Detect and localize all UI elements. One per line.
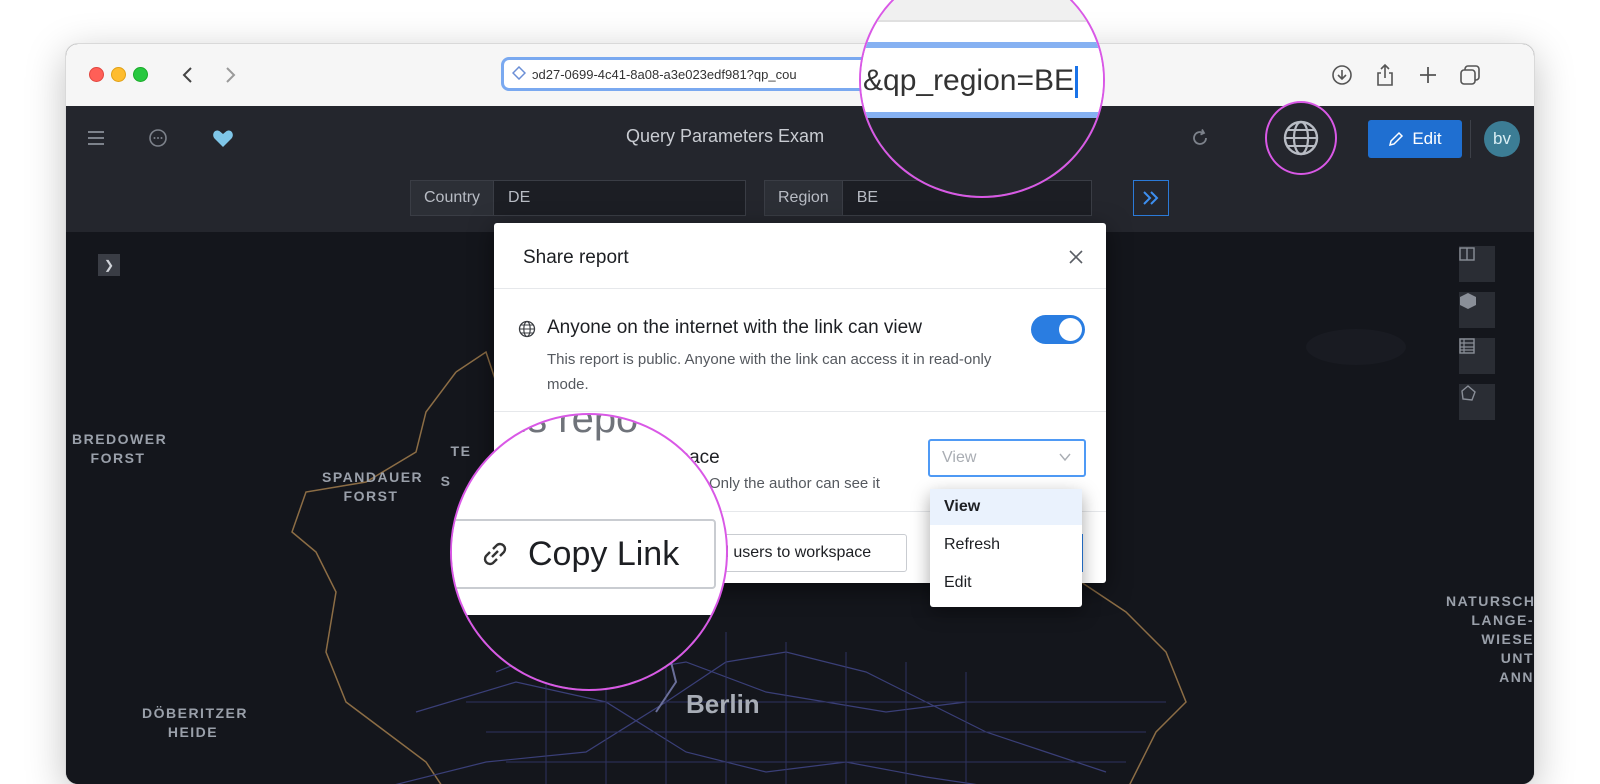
close-window-button[interactable]	[89, 67, 104, 82]
apply-filters-button[interactable]	[1133, 180, 1169, 216]
copy-link-button[interactable]: Copy Link	[452, 519, 716, 589]
toggle-knob	[1059, 318, 1082, 341]
permission-select[interactable]: View	[928, 439, 1086, 477]
polygon-draw-icon[interactable]	[1459, 384, 1495, 420]
add-users-button[interactable]: d users to workspace	[707, 534, 907, 572]
copy-link-callout: his repo Copy Link	[450, 413, 728, 691]
comments-icon[interactable]	[144, 124, 172, 152]
workspace-access-description: Only the author can see it	[709, 475, 880, 492]
permission-select-value: View	[942, 449, 977, 466]
dialog-divider	[494, 288, 1106, 289]
callout-map-strip	[452, 615, 726, 689]
country-filter-label: Country	[411, 181, 495, 215]
menu-icon[interactable]	[82, 124, 110, 152]
globe-icon	[518, 320, 536, 343]
callout-app-strip	[861, 118, 1103, 196]
public-access-title: Anyone on the internet with the link can…	[547, 317, 922, 338]
close-icon[interactable]	[1064, 245, 1088, 269]
callout-toolbar-strip	[861, 0, 1103, 22]
zoomed-url-value: &qp_region=BE	[863, 64, 1074, 97]
edit-button[interactable]: Edit	[1368, 120, 1462, 158]
table-icon[interactable]	[1459, 338, 1495, 374]
country-filter-value[interactable]: DE	[494, 181, 745, 215]
permission-option-view[interactable]: View	[930, 489, 1082, 525]
map-label-natursch: NATURSCH LANGE- WIESE UNT ANN	[1446, 593, 1534, 685]
favorite-heart-icon[interactable]	[209, 124, 237, 152]
zoomed-partial-text: his repo	[496, 413, 639, 441]
region-filter-label: Region	[765, 181, 843, 215]
new-tab-icon[interactable]	[1414, 61, 1442, 89]
browser-toolbar: ɔd27-0699-4c41-8a08-a3e023edf981?qp_cou	[66, 44, 1534, 107]
dialog-title: Share report	[523, 247, 629, 268]
site-icon	[511, 65, 527, 83]
expand-sidebar-button[interactable]: ❯	[98, 254, 120, 276]
chevron-down-icon	[1059, 453, 1071, 462]
permission-option-refresh[interactable]: Refresh	[930, 527, 1082, 563]
share-globe-icon[interactable]	[1281, 118, 1321, 158]
split-view-icon[interactable]	[1459, 246, 1495, 282]
text-cursor	[1075, 66, 1078, 99]
map-label-berlin: Berlin	[686, 689, 760, 719]
country-filter[interactable]: Country DE	[410, 180, 746, 216]
edit-button-label: Edit	[1412, 129, 1442, 148]
map-label-spandauer: SPANDAUER FORST	[322, 469, 424, 504]
public-access-description: This report is public. Anyone with the l…	[547, 351, 992, 393]
permission-dropdown: View Refresh Edit	[930, 489, 1082, 607]
permission-option-edit[interactable]: Edit	[930, 565, 1082, 601]
dialog-divider	[494, 411, 1106, 412]
share-globe-callout	[1265, 101, 1337, 175]
double-chevron-right-icon	[1143, 191, 1159, 205]
share-icon[interactable]	[1371, 61, 1399, 89]
tabs-overview-icon[interactable]	[1456, 61, 1484, 89]
3d-cube-icon[interactable]	[1459, 292, 1495, 328]
link-icon	[483, 542, 507, 566]
refresh-icon[interactable]	[1186, 124, 1214, 152]
downloads-icon[interactable]	[1328, 61, 1356, 89]
zoomed-url-text: &qp_region=BE	[863, 64, 1078, 99]
pencil-icon	[1389, 131, 1404, 147]
map-label-doberitzer: DÖBERITZER HEIDE	[142, 705, 248, 740]
map-label-bredower: BREDOWER FORST	[72, 431, 168, 466]
map-label-s: S	[440, 473, 452, 489]
forward-icon[interactable]	[216, 61, 244, 89]
header-divider	[1470, 120, 1471, 158]
copy-link-label: Copy Link	[528, 534, 680, 573]
map-label-te: TE	[450, 443, 472, 459]
zoom-window-button[interactable]	[133, 67, 148, 82]
public-access-toggle[interactable]	[1031, 315, 1085, 344]
avatar[interactable]: bv	[1484, 121, 1520, 157]
url-zoom-callout: &qp_region=BE	[859, 0, 1105, 198]
back-icon[interactable]	[174, 61, 202, 89]
minimize-window-button[interactable]	[111, 67, 126, 82]
address-bar-text: ɔd27-0699-4c41-8a08-a3e023edf981?qp_cou	[532, 66, 797, 82]
